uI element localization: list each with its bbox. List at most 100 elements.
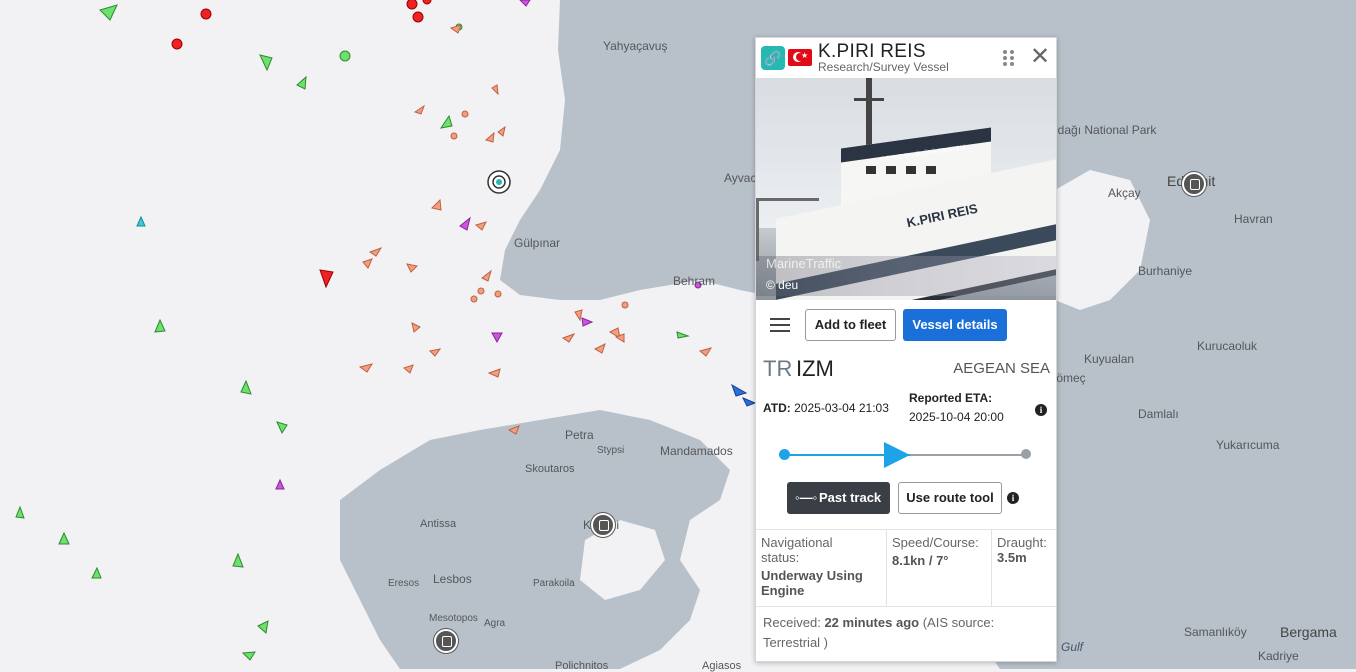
place-label: Polichnitos bbox=[555, 660, 609, 672]
vessel-marker[interactable] bbox=[171, 38, 183, 50]
vessel-marker[interactable] bbox=[58, 531, 70, 545]
vessel-marker[interactable] bbox=[474, 221, 487, 231]
eta-info-icon[interactable]: i bbox=[1035, 404, 1047, 416]
vessel-marker[interactable] bbox=[319, 269, 334, 289]
vessel-marker[interactable] bbox=[154, 318, 166, 333]
vessel-marker[interactable] bbox=[200, 8, 212, 20]
vessel-marker[interactable] bbox=[491, 332, 503, 344]
draught-value: 3.5m bbox=[997, 550, 1027, 565]
vessel-marker[interactable] bbox=[481, 269, 492, 282]
vessel-marker[interactable] bbox=[676, 331, 690, 339]
vessel-marker[interactable] bbox=[519, 0, 531, 7]
speed-course-cell: Speed/Course: 8.1kn / 7° bbox=[886, 530, 991, 606]
place-label: Havran bbox=[1234, 212, 1273, 226]
past-track-label: Past track bbox=[819, 490, 882, 505]
vessel-marker[interactable] bbox=[358, 363, 374, 373]
menu-icon[interactable] bbox=[770, 316, 790, 334]
place-label: Mesotopos bbox=[429, 613, 478, 624]
vessel-marker[interactable] bbox=[621, 301, 629, 309]
vessel-marker[interactable] bbox=[232, 552, 244, 568]
place-label: Petra bbox=[565, 428, 594, 442]
place-label: Lesbos bbox=[433, 572, 472, 586]
vessel-marker[interactable] bbox=[428, 348, 442, 357]
vessel-marker[interactable] bbox=[593, 343, 606, 354]
vessel-marker[interactable] bbox=[561, 333, 576, 343]
received-label: Received: bbox=[763, 615, 821, 630]
vessel-marker[interactable] bbox=[402, 364, 414, 374]
port-icon[interactable] bbox=[1182, 172, 1206, 196]
vessel-marker[interactable] bbox=[422, 0, 432, 5]
vessel-marker[interactable] bbox=[459, 216, 471, 231]
vessel-marker[interactable] bbox=[449, 24, 462, 34]
photo-watermark: MarineTraffic bbox=[766, 256, 842, 271]
map-canvas[interactable] bbox=[0, 0, 1356, 669]
vessel-marker[interactable] bbox=[15, 505, 25, 519]
place-label: Yahyaçavuş bbox=[603, 39, 668, 53]
place-label: Agra bbox=[484, 618, 506, 629]
close-icon[interactable]: ✕ bbox=[1030, 45, 1050, 69]
photo-credit: © deu bbox=[766, 278, 799, 292]
vessel-marker[interactable] bbox=[136, 215, 146, 227]
vessel-marker[interactable] bbox=[276, 421, 288, 435]
received-info: Received: 22 minutes ago (AIS source: Te… bbox=[763, 613, 1048, 653]
vessel-marker[interactable] bbox=[698, 347, 713, 357]
vessel-position-arrow-icon bbox=[883, 442, 910, 468]
vessel-marker[interactable] bbox=[257, 620, 269, 634]
vessel-marker[interactable] bbox=[574, 309, 583, 322]
flag-code: TR bbox=[763, 356, 793, 381]
vessel-stats: Navigational status: Underway Using Engi… bbox=[756, 529, 1056, 607]
vessel-marker[interactable] bbox=[439, 114, 453, 129]
port-icon[interactable] bbox=[434, 629, 458, 653]
vessel-marker[interactable] bbox=[413, 104, 426, 115]
atd-label: ATD: bbox=[763, 401, 791, 415]
add-to-fleet-button[interactable]: Add to fleet bbox=[805, 309, 896, 341]
vessel-marker[interactable] bbox=[368, 247, 383, 257]
vessel-marker[interactable] bbox=[275, 478, 285, 490]
place-label: Gülpınar bbox=[514, 236, 561, 250]
port-icon[interactable] bbox=[591, 513, 615, 537]
vessel-details-button[interactable]: Vessel details bbox=[903, 309, 1007, 341]
place-label: Antissa bbox=[420, 518, 457, 530]
vessel-marker[interactable] bbox=[581, 317, 594, 327]
link-icon[interactable]: 🔗 bbox=[761, 46, 785, 70]
destination-port-code[interactable]: IZM bbox=[796, 356, 834, 382]
vessel-marker[interactable] bbox=[240, 379, 252, 395]
vessel-marker[interactable] bbox=[259, 54, 273, 72]
vessel-marker[interactable] bbox=[477, 287, 485, 295]
place-label: Bergama bbox=[1280, 624, 1337, 640]
vessel-marker[interactable] bbox=[494, 290, 502, 298]
vessel-marker[interactable] bbox=[461, 110, 469, 118]
vessel-marker[interactable] bbox=[487, 368, 501, 378]
drag-handle-icon[interactable] bbox=[1003, 50, 1015, 66]
vessel-marker[interactable] bbox=[339, 50, 351, 62]
vessel-marker[interactable] bbox=[406, 0, 418, 10]
place-label: Eresos bbox=[388, 578, 420, 589]
vessel-marker[interactable] bbox=[99, 4, 118, 21]
vessel-marker[interactable] bbox=[497, 125, 506, 137]
past-track-button[interactable]: ◦—◦ Past track bbox=[787, 482, 890, 514]
vessel-marker[interactable] bbox=[91, 566, 102, 579]
vessel-marker[interactable] bbox=[411, 322, 421, 333]
vessel-marker[interactable] bbox=[296, 75, 307, 90]
speed-course-value: 8.1kn / 7° bbox=[892, 553, 949, 568]
vessel-marker[interactable] bbox=[406, 263, 419, 273]
vessel-marker[interactable] bbox=[431, 198, 442, 211]
vessel-marker[interactable] bbox=[484, 131, 495, 143]
place-label: Skoutaros bbox=[525, 463, 575, 475]
vessel-marker[interactable] bbox=[362, 258, 373, 269]
place-label: Mandamados bbox=[660, 444, 733, 458]
vessel-marker[interactable] bbox=[731, 383, 748, 397]
vessel-photo[interactable]: K.PIRI REIS DOKUZ EYLÜL ÜNİVERSİTESİ Mar… bbox=[756, 78, 1056, 300]
vessel-marker[interactable] bbox=[412, 11, 424, 23]
place-label: Burhaniye bbox=[1138, 264, 1193, 278]
use-route-tool-button[interactable]: Use route tool bbox=[898, 482, 1002, 514]
route-tool-info-icon[interactable]: i bbox=[1007, 492, 1019, 504]
nav-status-label: Navigational status: bbox=[761, 535, 833, 565]
draught-cell: Draught: 3.5m bbox=[991, 530, 1056, 606]
vessel-marker[interactable] bbox=[491, 84, 499, 96]
vessel-marker[interactable] bbox=[450, 132, 458, 140]
vessel-marker[interactable] bbox=[241, 651, 256, 661]
departure-dot bbox=[779, 449, 790, 460]
vessel-marker[interactable] bbox=[741, 397, 757, 407]
vessel-marker[interactable] bbox=[470, 295, 478, 303]
